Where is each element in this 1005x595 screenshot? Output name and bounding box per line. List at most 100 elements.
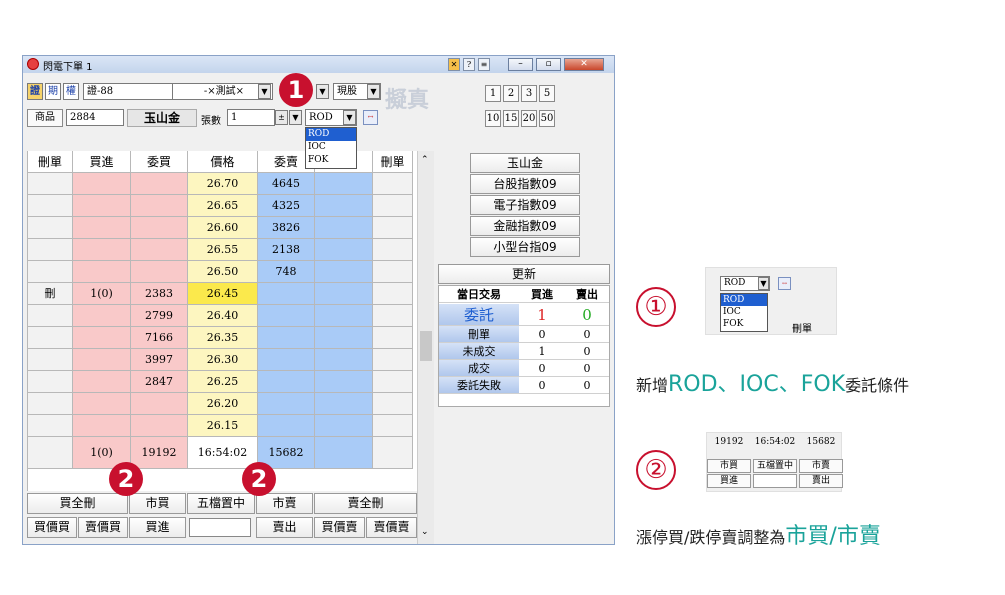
ladder-cell-del[interactable]: 刪 (28, 283, 73, 305)
ladder-cell-del2[interactable] (373, 349, 413, 371)
market-sell-button[interactable]: 市賣 (256, 493, 313, 514)
ladder-cell-del[interactable] (28, 393, 73, 415)
tab-futures[interactable]: 期 (45, 83, 61, 100)
pin-icon[interactable]: ✕ (448, 58, 460, 71)
qty-input[interactable]: 1 (227, 109, 275, 126)
swap-icon[interactable]: ↔ (363, 110, 378, 125)
ladder-cell-del[interactable] (28, 349, 73, 371)
ladder-cell-ask[interactable]: 2138 (258, 239, 315, 261)
ladder-cell-del2[interactable] (373, 415, 413, 437)
ladder-cell-buy[interactable] (73, 349, 131, 371)
ladder-cell-ask[interactable]: 4325 (258, 195, 315, 217)
account-select[interactable]: 證-88 (83, 83, 173, 100)
buy-at-bid-button[interactable]: 買價買 (27, 517, 77, 538)
ladder-cell-del2[interactable] (373, 239, 413, 261)
ladder-cell-del2[interactable] (373, 283, 413, 305)
ladder-cell-ask[interactable]: 3826 (258, 217, 315, 239)
ladder-cell-del[interactable] (28, 327, 73, 349)
qty-preset-button[interactable]: 15 (503, 110, 519, 127)
ladder-cell-bid[interactable] (131, 261, 188, 283)
ladder-cell-sell[interactable] (315, 239, 373, 261)
close-button[interactable]: ✕ (564, 58, 604, 71)
chevron-down-icon[interactable]: ▼ (289, 110, 302, 125)
product-code-input[interactable]: 2884 (66, 109, 124, 126)
ladder-cell-ask[interactable]: 4645 (258, 173, 315, 195)
help-icon[interactable]: ? (463, 58, 475, 71)
ladder-cell-buy[interactable] (73, 393, 131, 415)
ladder-cell-del[interactable] (28, 305, 73, 327)
maximize-button[interactable]: ▫ (536, 58, 561, 71)
qty-stepper[interactable]: ± (275, 110, 288, 125)
tab-stock[interactable]: 證 (27, 83, 43, 100)
ladder-cell-del[interactable] (28, 239, 73, 261)
ladder-cell-buy[interactable] (73, 261, 131, 283)
ladder-cell-del[interactable] (28, 415, 73, 437)
ladder-cell-sell[interactable] (315, 217, 373, 239)
chevron-down-icon[interactable]: ▼ (367, 84, 380, 99)
order-condition-option[interactable]: FOK (306, 154, 356, 167)
buy-all-delete-button[interactable]: 買全刪 (27, 493, 128, 514)
qty-preset-button[interactable]: 20 (521, 110, 537, 127)
chevron-down-icon[interactable]: ▼ (258, 84, 271, 99)
ladder-cell-bid[interactable] (131, 217, 188, 239)
symbol-shortcut-button[interactable]: 小型台指09 (470, 237, 580, 257)
ladder-cell-del2[interactable] (373, 195, 413, 217)
ladder-cell-buy[interactable] (73, 371, 131, 393)
sell-all-delete-button[interactable]: 賣全刪 (314, 493, 417, 514)
ladder-cell-del2[interactable] (373, 261, 413, 283)
ladder-cell-del[interactable] (28, 371, 73, 393)
ladder-cell-ask[interactable] (258, 415, 315, 437)
ladder-cell-buy[interactable] (73, 239, 131, 261)
ladder-cell-sell[interactable] (315, 415, 373, 437)
sell-at-ask-button[interactable]: 賣價賣 (366, 517, 417, 538)
ladder-cell-buy[interactable] (73, 217, 131, 239)
symbol-shortcut-button[interactable]: 電子指數09 (470, 195, 580, 215)
scrollbar[interactable]: ⌃ ⌄ (417, 151, 434, 544)
ladder-cell-ask[interactable] (258, 393, 315, 415)
ladder-cell-bid[interactable] (131, 195, 188, 217)
scroll-thumb[interactable] (420, 331, 432, 361)
ladder-cell-bid[interactable]: 3997 (131, 349, 188, 371)
ladder-cell-ask[interactable] (258, 305, 315, 327)
ladder-cell-sell[interactable] (315, 195, 373, 217)
ladder-cell-ask[interactable] (258, 327, 315, 349)
symbol-shortcut-button[interactable]: 台股指數09 (470, 174, 580, 194)
ladder-cell-sell[interactable] (315, 283, 373, 305)
scroll-down-icon[interactable]: ⌄ (421, 527, 429, 537)
symbol-shortcut-button[interactable]: 金融指數09 (470, 216, 580, 236)
ladder-cell-ask[interactable] (258, 283, 315, 305)
ladder-cell-bid[interactable] (131, 239, 188, 261)
ladder-cell-ask[interactable] (258, 371, 315, 393)
ladder-cell-buy[interactable] (73, 173, 131, 195)
ladder-cell-sell[interactable] (315, 173, 373, 195)
ladder-cell-del[interactable] (28, 217, 73, 239)
scroll-up-icon[interactable]: ⌃ (421, 155, 429, 165)
ladder-cell-buy[interactable] (73, 327, 131, 349)
ladder-cell-bid[interactable]: 2383 (131, 283, 188, 305)
product-button[interactable]: 商品 (27, 109, 63, 127)
ladder-cell-ask[interactable] (258, 349, 315, 371)
ladder-cell-bid[interactable]: 7166 (131, 327, 188, 349)
ladder-cell-bid[interactable] (131, 415, 188, 437)
ladder-cell-sell[interactable] (315, 371, 373, 393)
ladder-cell-del2[interactable] (373, 173, 413, 195)
ladder-cell-del2[interactable] (373, 217, 413, 239)
order-condition-option[interactable]: IOC (306, 141, 356, 154)
minimize-button[interactable]: – (508, 58, 533, 71)
ladder-cell-del[interactable] (28, 261, 73, 283)
ladder-cell-buy[interactable] (73, 415, 131, 437)
ladder-cell-ask[interactable]: 748 (258, 261, 315, 283)
ladder-cell-sell[interactable] (315, 327, 373, 349)
sell-at-bid-button[interactable]: 買價賣 (314, 517, 365, 538)
ladder-cell-buy[interactable] (73, 195, 131, 217)
buy-at-ask-button[interactable]: 賣價買 (78, 517, 128, 538)
ladder-cell-bid[interactable] (131, 393, 188, 415)
qty-preset-button[interactable]: 10 (485, 110, 501, 127)
qty-preset-button[interactable]: 1 (485, 85, 501, 102)
qty-preset-button[interactable]: 50 (539, 110, 555, 127)
qty-preset-button[interactable]: 5 (539, 85, 555, 102)
ladder-cell-bid[interactable] (131, 173, 188, 195)
buy-button[interactable]: 買進 (129, 517, 186, 538)
chevron-down-icon[interactable]: ▼ (316, 84, 329, 99)
menu-icon[interactable]: ≡ (478, 58, 490, 71)
